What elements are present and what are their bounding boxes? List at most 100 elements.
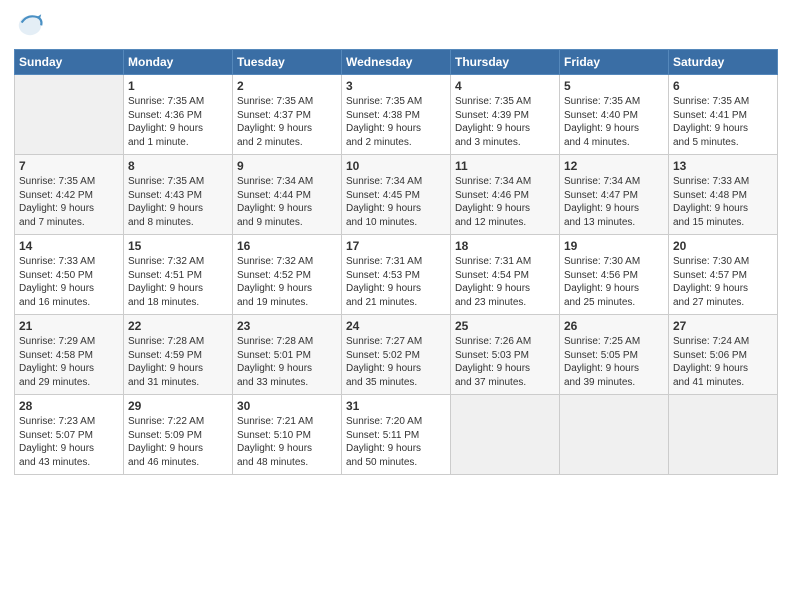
calendar-cell: 12Sunrise: 7:34 AM Sunset: 4:47 PM Dayli… (560, 155, 669, 235)
day-number: 2 (237, 79, 337, 93)
calendar-cell: 20 Sunrise: 7:30 AM Sunset: 4:57 PM Dayli… (669, 235, 778, 315)
day-number: 4 (455, 79, 555, 93)
calendar-cell: 26Sunrise: 7:25 AM Sunset: 5:05 PM Dayli… (560, 315, 669, 395)
day-info: Sunrise: 7:35 AM Sunset: 4:41 PM Dayligh… (673, 95, 773, 149)
calendar-cell (669, 395, 778, 475)
calendar-cell: 9Sunrise: 7:34 AM Sunset: 4:44 PM Daylig… (233, 155, 342, 235)
day-number: 20 (673, 239, 773, 253)
day-info: Sunrise: 7:33 AM Sunset: 4:50 PM Dayligh… (19, 255, 119, 309)
page-container: SundayMondayTuesdayWednesdayThursdayFrid… (0, 0, 792, 483)
day-number: 3 (346, 79, 446, 93)
day-info: Sunrise: 7:24 AM Sunset: 5:06 PM Dayligh… (673, 335, 773, 389)
day-info: Sunrise: 7:32 AM Sunset: 4:51 PM Dayligh… (128, 255, 228, 309)
header (14, 10, 778, 43)
calendar-cell: 2 Sunrise: 7:35 AM Sunset: 4:37 PM Daylig… (233, 75, 342, 155)
week-row-3: 21 Sunrise: 7:29 AM Sunset: 4:58 PM Dayli… (15, 315, 778, 395)
day-info: Sunrise: 7:32 AM Sunset: 4:52 PM Dayligh… (237, 255, 337, 309)
calendar-cell: 11 Sunrise: 7:34 AM Sunset: 4:46 PM Dayli… (451, 155, 560, 235)
calendar-cell: 31Sunrise: 7:20 AM Sunset: 5:11 PM Dayli… (342, 395, 451, 475)
logo (14, 10, 48, 43)
day-info: Sunrise: 7:33 AM Sunset: 4:48 PM Dayligh… (673, 175, 773, 229)
day-number: 11 (455, 159, 555, 173)
calendar-cell: 13 Sunrise: 7:33 AM Sunset: 4:48 PM Dayli… (669, 155, 778, 235)
day-number: 23 (237, 319, 337, 333)
day-info: Sunrise: 7:35 AM Sunset: 4:38 PM Dayligh… (346, 95, 446, 149)
day-number: 25 (455, 319, 555, 333)
day-info: Sunrise: 7:31 AM Sunset: 4:53 PM Dayligh… (346, 255, 446, 309)
day-info: Sunrise: 7:34 AM Sunset: 4:46 PM Dayligh… (455, 175, 555, 229)
calendar-cell: 3 Sunrise: 7:35 AM Sunset: 4:38 PM Daylig… (342, 75, 451, 155)
day-number: 8 (128, 159, 228, 173)
calendar-cell: 27 Sunrise: 7:24 AM Sunset: 5:06 PM Dayli… (669, 315, 778, 395)
calendar-cell: 15 Sunrise: 7:32 AM Sunset: 4:51 PM Dayli… (124, 235, 233, 315)
calendar-table: SundayMondayTuesdayWednesdayThursdayFrid… (14, 49, 778, 475)
calendar-cell: 29 Sunrise: 7:22 AM Sunset: 5:09 PM Dayli… (124, 395, 233, 475)
day-info: Sunrise: 7:30 AM Sunset: 4:57 PM Dayligh… (673, 255, 773, 309)
day-number: 1 (128, 79, 228, 93)
calendar-cell: 18 Sunrise: 7:31 AM Sunset: 4:54 PM Dayli… (451, 235, 560, 315)
header-saturday: Saturday (669, 50, 778, 75)
day-number: 13 (673, 159, 773, 173)
calendar-cell: 1 Sunrise: 7:35 AM Sunset: 4:36 PM Daylig… (124, 75, 233, 155)
day-number: 29 (128, 399, 228, 413)
day-info: Sunrise: 7:35 AM Sunset: 4:37 PM Dayligh… (237, 95, 337, 149)
day-info: Sunrise: 7:35 AM Sunset: 4:43 PM Dayligh… (128, 175, 228, 229)
calendar-cell: 22 Sunrise: 7:28 AM Sunset: 4:59 PM Dayli… (124, 315, 233, 395)
day-info: Sunrise: 7:28 AM Sunset: 5:01 PM Dayligh… (237, 335, 337, 389)
day-info: Sunrise: 7:35 AM Sunset: 4:42 PM Dayligh… (19, 175, 119, 229)
day-number: 6 (673, 79, 773, 93)
calendar-cell: 19 Sunrise: 7:30 AM Sunset: 4:56 PM Dayli… (560, 235, 669, 315)
calendar-cell (560, 395, 669, 475)
day-number: 28 (19, 399, 119, 413)
header-tuesday: Tuesday (233, 50, 342, 75)
calendar-cell: 10 Sunrise: 7:34 AM Sunset: 4:45 PM Dayli… (342, 155, 451, 235)
header-friday: Friday (560, 50, 669, 75)
day-number: 5 (564, 79, 664, 93)
day-number: 27 (673, 319, 773, 333)
calendar-cell: 21 Sunrise: 7:29 AM Sunset: 4:58 PM Dayli… (15, 315, 124, 395)
calendar-cell (15, 75, 124, 155)
day-number: 22 (128, 319, 228, 333)
calendar-header-row: SundayMondayTuesdayWednesdayThursdayFrid… (15, 50, 778, 75)
day-info: Sunrise: 7:26 AM Sunset: 5:03 PM Dayligh… (455, 335, 555, 389)
calendar-cell: 8 Sunrise: 7:35 AM Sunset: 4:43 PM Daylig… (124, 155, 233, 235)
day-number: 10 (346, 159, 446, 173)
day-info: Sunrise: 7:28 AM Sunset: 4:59 PM Dayligh… (128, 335, 228, 389)
day-number: 16 (237, 239, 337, 253)
day-info: Sunrise: 7:29 AM Sunset: 4:58 PM Dayligh… (19, 335, 119, 389)
day-info: Sunrise: 7:34 AM Sunset: 4:45 PM Dayligh… (346, 175, 446, 229)
day-info: Sunrise: 7:23 AM Sunset: 5:07 PM Dayligh… (19, 415, 119, 469)
day-info: Sunrise: 7:35 AM Sunset: 4:39 PM Dayligh… (455, 95, 555, 149)
calendar-cell (451, 395, 560, 475)
header-sunday: Sunday (15, 50, 124, 75)
week-row-4: 28 Sunrise: 7:23 AM Sunset: 5:07 PM Dayli… (15, 395, 778, 475)
day-info: Sunrise: 7:21 AM Sunset: 5:10 PM Dayligh… (237, 415, 337, 469)
day-number: 18 (455, 239, 555, 253)
day-number: 17 (346, 239, 446, 253)
day-number: 12 (564, 159, 664, 173)
day-number: 21 (19, 319, 119, 333)
day-number: 31 (346, 399, 446, 413)
day-info: Sunrise: 7:22 AM Sunset: 5:09 PM Dayligh… (128, 415, 228, 469)
header-thursday: Thursday (451, 50, 560, 75)
day-info: Sunrise: 7:25 AM Sunset: 5:05 PM Dayligh… (564, 335, 664, 389)
calendar-cell: 14Sunrise: 7:33 AM Sunset: 4:50 PM Dayli… (15, 235, 124, 315)
calendar-cell: 17 Sunrise: 7:31 AM Sunset: 4:53 PM Dayli… (342, 235, 451, 315)
day-number: 15 (128, 239, 228, 253)
day-number: 30 (237, 399, 337, 413)
calendar-cell: 23 Sunrise: 7:28 AM Sunset: 5:01 PM Dayli… (233, 315, 342, 395)
day-number: 19 (564, 239, 664, 253)
week-row-2: 14Sunrise: 7:33 AM Sunset: 4:50 PM Dayli… (15, 235, 778, 315)
calendar-cell: 25 Sunrise: 7:26 AM Sunset: 5:03 PM Dayli… (451, 315, 560, 395)
day-info: Sunrise: 7:35 AM Sunset: 4:36 PM Dayligh… (128, 95, 228, 149)
day-number: 9 (237, 159, 337, 173)
calendar-cell: 4 Sunrise: 7:35 AM Sunset: 4:39 PM Daylig… (451, 75, 560, 155)
calendar-cell: 5Sunrise: 7:35 AM Sunset: 4:40 PM Daylig… (560, 75, 669, 155)
day-info: Sunrise: 7:31 AM Sunset: 4:54 PM Dayligh… (455, 255, 555, 309)
day-number: 7 (19, 159, 119, 173)
calendar-cell: 16 Sunrise: 7:32 AM Sunset: 4:52 PM Dayli… (233, 235, 342, 315)
day-info: Sunrise: 7:30 AM Sunset: 4:56 PM Dayligh… (564, 255, 664, 309)
header-wednesday: Wednesday (342, 50, 451, 75)
day-info: Sunrise: 7:27 AM Sunset: 5:02 PM Dayligh… (346, 335, 446, 389)
calendar-cell: 6 Sunrise: 7:35 AM Sunset: 4:41 PM Daylig… (669, 75, 778, 155)
